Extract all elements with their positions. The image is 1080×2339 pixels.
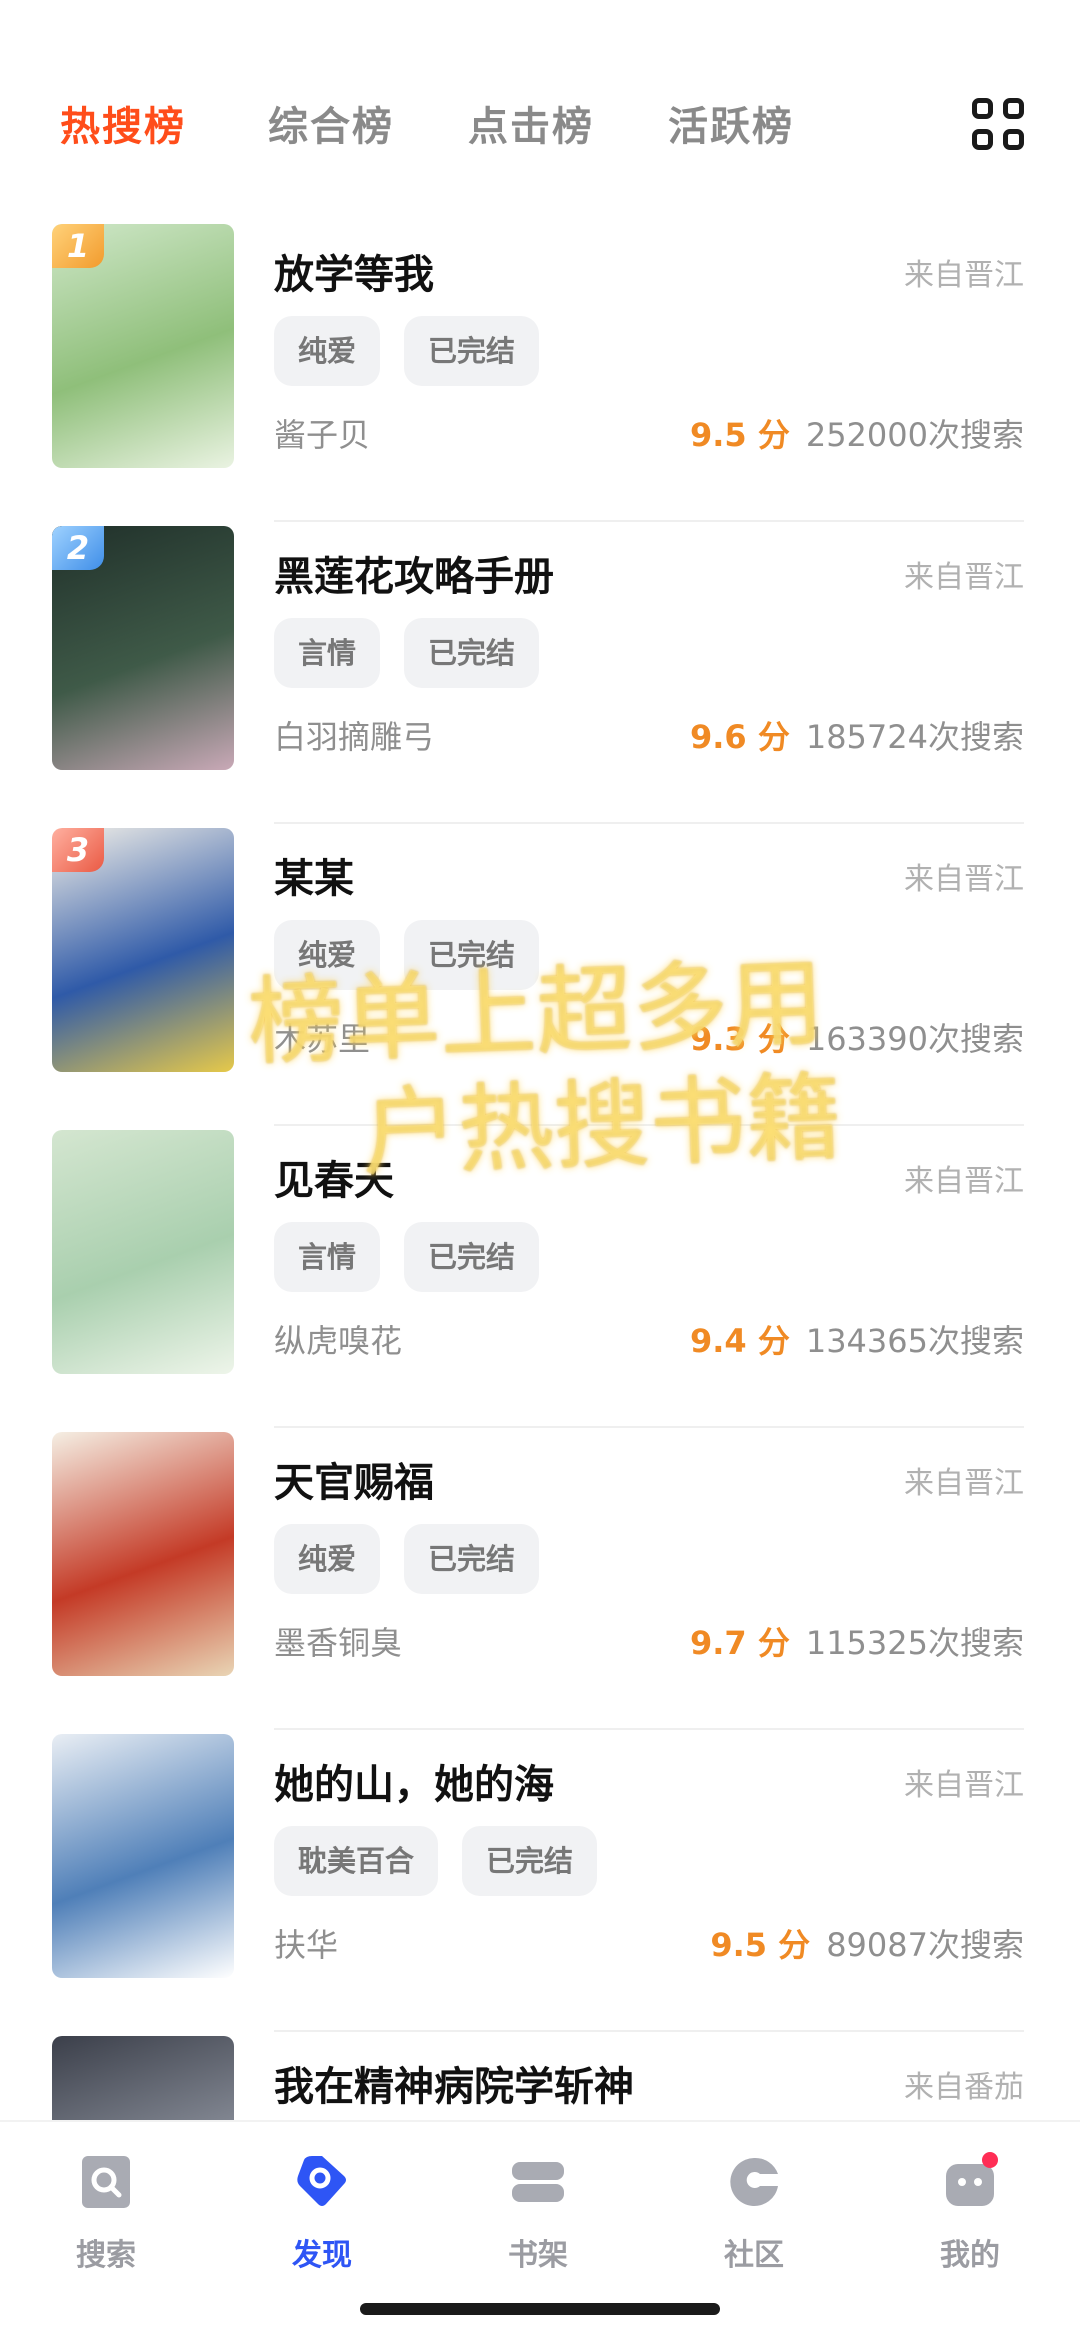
book-tag: 已完结 — [404, 920, 540, 990]
book-score: 9.5 分 — [710, 1926, 811, 1964]
book-score: 9.5 分 — [689, 416, 790, 454]
bookshelf-icon — [508, 2152, 568, 2212]
search-count: 115325次搜索 — [805, 1624, 1024, 1662]
book-cover[interactable] — [52, 1432, 234, 1676]
book-title[interactable]: 见春天 — [274, 1148, 394, 1206]
rank-badge: 1 — [52, 224, 104, 268]
book-item[interactable]: 见春天 来自晋江 言情 已完结 纵虎嗅花 9.4 分 134365次搜索 — [0, 1126, 1080, 1428]
book-source: 来自晋江 — [904, 1164, 1024, 1199]
book-tags: 言情 已完结 — [274, 1222, 540, 1292]
book-stats: 9.6 分 185724次搜索 — [690, 712, 1024, 758]
book-item[interactable]: 2 黑莲花攻略手册 来自晋江言情 已完结白羽摘雕弓 9.6 分 185724次搜索 — [0, 522, 1080, 824]
book-score: 9.4 分 — [689, 1322, 790, 1360]
book-source: 来自番茄 — [904, 2070, 1024, 2105]
search-icon — [76, 2152, 136, 2212]
book-tag: 已完结 — [404, 316, 540, 386]
book-tag: 言情 — [274, 618, 381, 688]
grid-four-icon[interactable] — [972, 98, 1024, 150]
nav-discover[interactable]: 发现 — [262, 2152, 382, 2274]
tab-active[interactable]: 活跃榜 — [668, 94, 794, 152]
book-title[interactable]: 放学等我 — [274, 242, 434, 300]
book-cover[interactable]: 2 — [52, 526, 234, 770]
tab-hot-search[interactable]: 热搜榜 — [60, 94, 186, 152]
home-indicator — [360, 2303, 720, 2315]
search-count: 163390次搜索 — [805, 1020, 1024, 1058]
book-author: 纵虎嗅花 — [274, 1322, 403, 1360]
book-stats: 9.5 分 89087次搜索 — [710, 1920, 1024, 1966]
book-score: 9.3 分 — [689, 1020, 790, 1058]
nav-bookshelf-label: 书架 — [508, 2238, 568, 2273]
book-source: 来自晋江 — [904, 560, 1024, 595]
tab-overall[interactable]: 综合榜 — [268, 94, 394, 152]
book-source: 来自晋江 — [904, 1466, 1024, 1501]
book-source: 来自晋江 — [904, 862, 1024, 897]
book-tag: 纯爱 — [274, 920, 381, 990]
book-cover[interactable]: 1 — [52, 224, 234, 468]
book-tag: 耽美百合 — [274, 1826, 439, 1896]
nav-community-label: 社区 — [724, 2238, 784, 2273]
tab-clicks[interactable]: 点击榜 — [468, 94, 594, 152]
book-list: 1 放学等我 来自晋江 纯爱 已完结 酱子贝 9.5 分 252000次搜索 2 黑莲花攻略手册来… — [0, 220, 1080, 2334]
search-count: 252000次搜索 — [805, 416, 1024, 454]
book-score: 9.6 分 — [689, 718, 790, 756]
community-icon — [724, 2152, 784, 2212]
book-title[interactable]: 天官赐福 — [274, 1450, 434, 1508]
search-count: 134365次搜索 — [805, 1322, 1024, 1360]
nav-profile-label: 我的 — [940, 2238, 1000, 2273]
book-score: 9.7 分 — [689, 1624, 790, 1662]
book-item[interactable]: 1 放学等我 来自晋江 纯爱 已完结 酱子贝 9.5 分 252000次搜索 — [0, 220, 1080, 522]
book-tags: 纯爱 已完结 — [274, 316, 540, 386]
book-item[interactable]: 天官赐福 来自晋江 纯爱 已完结 墨香铜臭 9.7 分 115325次搜索 — [0, 1428, 1080, 1730]
book-tags: 言情 已完结 — [274, 618, 540, 688]
book-tag: 纯爱 — [274, 1524, 381, 1594]
book-title[interactable]: 她的山，她的海 — [274, 1752, 554, 1810]
book-tags: 纯爱 已完结 — [274, 1524, 540, 1594]
book-title[interactable]: 我在精神病院学斩神 — [274, 2054, 634, 2112]
rank-badge: 2 — [52, 526, 104, 570]
book-tag: 已完结 — [404, 1524, 540, 1594]
book-title[interactable]: 黑莲花攻略手册 — [274, 544, 554, 602]
book-author: 墨香铜臭 — [274, 1624, 403, 1662]
nav-search[interactable]: 搜索 — [46, 2152, 166, 2274]
book-stats: 9.5 分 252000次搜索 — [690, 410, 1024, 456]
book-tags: 耽美百合 已完结 — [274, 1826, 598, 1896]
book-author: 木苏里 — [274, 1020, 371, 1058]
book-item[interactable]: 3 某某 来自晋江 纯爱 已完结 木苏里 9.3 分 163390次搜索 — [0, 824, 1080, 1126]
nav-search-label: 搜索 — [76, 2238, 136, 2273]
rank-badge: 3 — [52, 828, 104, 872]
book-tag: 已完结 — [404, 618, 540, 688]
book-cover[interactable]: 3 — [52, 828, 234, 1072]
book-author: 扶华 — [274, 1926, 339, 1964]
nav-discover-label: 发现 — [292, 2238, 352, 2273]
book-tag: 纯爱 — [274, 316, 381, 386]
ranking-tabs: 热搜榜 综合榜 点击榜 活跃榜 — [0, 80, 1080, 170]
search-count: 185724次搜索 — [805, 718, 1024, 756]
book-tag: 已完结 — [404, 1222, 540, 1292]
book-cover[interactable] — [52, 1734, 234, 1978]
search-count: 89087次搜索 — [826, 1926, 1024, 1964]
profile-icon — [940, 2152, 1000, 2212]
book-cover[interactable] — [52, 1130, 234, 1374]
book-tag: 言情 — [274, 1222, 381, 1292]
discover-icon — [292, 2152, 352, 2212]
book-tags: 纯爱 已完结 — [274, 920, 540, 990]
nav-bookshelf[interactable]: 书架 — [478, 2152, 598, 2274]
nav-community[interactable]: 社区 — [694, 2152, 814, 2274]
book-stats: 9.3 分 163390次搜索 — [690, 1014, 1024, 1060]
book-source: 来自晋江 — [904, 258, 1024, 293]
book-tag: 已完结 — [462, 1826, 598, 1896]
book-author: 白羽摘雕弓 — [274, 718, 435, 756]
book-source: 来自晋江 — [904, 1768, 1024, 1803]
book-stats: 9.4 分 134365次搜索 — [690, 1316, 1024, 1362]
book-item[interactable]: 她的山，她的海 来自晋江耽美百合 已完结扶华 9.5 分 89087次搜索 — [0, 1730, 1080, 2032]
book-author: 酱子贝 — [274, 416, 371, 454]
book-stats: 9.7 分 115325次搜索 — [690, 1618, 1024, 1664]
book-title[interactable]: 某某 — [274, 846, 354, 904]
nav-profile[interactable]: 我的 — [910, 2152, 1030, 2274]
